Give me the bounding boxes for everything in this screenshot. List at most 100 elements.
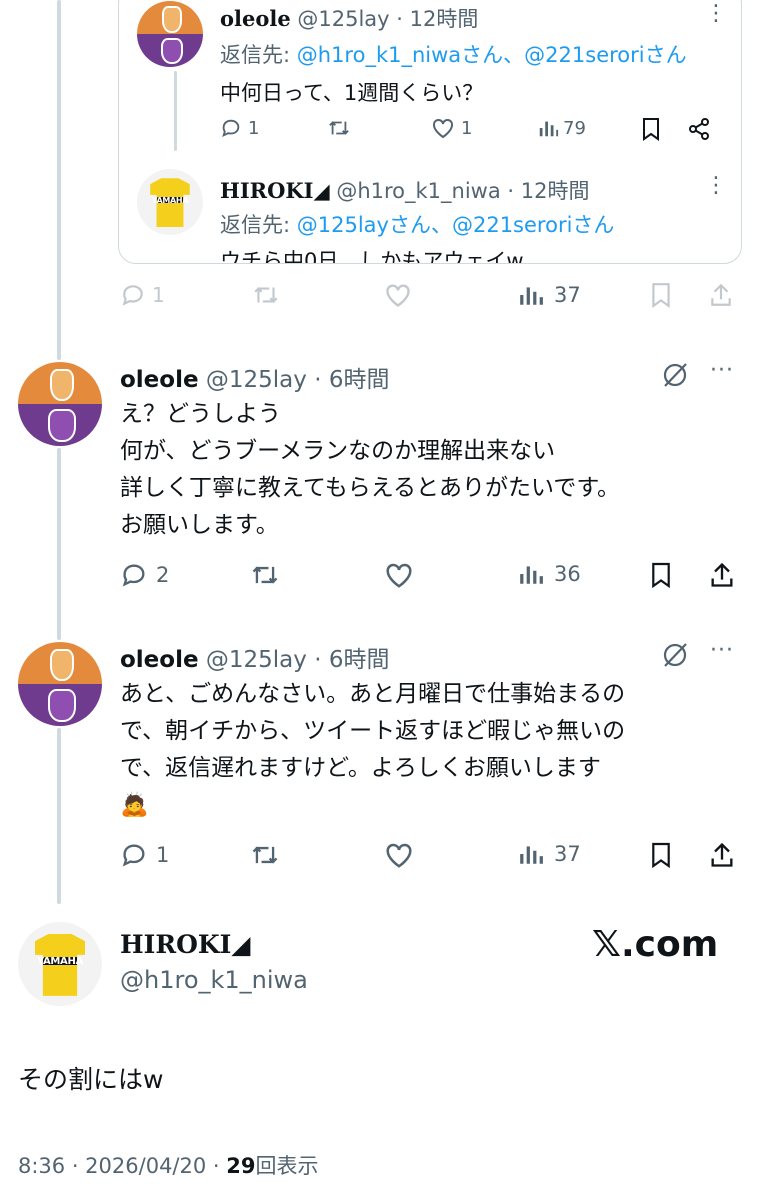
share-button[interactable] bbox=[708, 841, 736, 869]
post-text: あと、ごめんなさい。あと月曜日で仕事始まるの で、朝イチから、ツイート返すほど暇… bbox=[120, 676, 625, 824]
reply-count: 1 bbox=[156, 843, 170, 867]
bookmark-icon bbox=[652, 562, 670, 589]
like-icon bbox=[433, 118, 453, 139]
post-text-line: あと、ごめんなさい。あと月曜日で仕事始まるの bbox=[120, 681, 626, 707]
like-button[interactable] bbox=[384, 841, 414, 869]
grok-icon[interactable] bbox=[660, 360, 690, 390]
bookmark-button[interactable] bbox=[641, 117, 661, 141]
reply-count: 2 bbox=[156, 563, 170, 587]
reply-icon bbox=[122, 564, 145, 587]
share-icon bbox=[711, 562, 733, 587]
reply-button[interactable]: 1 bbox=[120, 841, 169, 869]
main-post-text: その割にはw bbox=[18, 1065, 164, 1094]
like-icon bbox=[386, 843, 412, 868]
reply-count: 1 bbox=[248, 117, 260, 139]
repost-icon bbox=[252, 566, 278, 584]
quoted-tweet1-header: oleole @125lay · 12時間 bbox=[220, 3, 478, 33]
view-count: 29 bbox=[226, 1154, 256, 1178]
views-label: 回表示 bbox=[255, 1154, 319, 1178]
reply-to-mentions[interactable]: @h1ro_k1_niwaさん、@221seroriさん bbox=[297, 43, 687, 67]
post-text-line: 詳しく丁寧に教えてもらえるとありがたいです。 bbox=[120, 475, 621, 501]
quoted-thread-line bbox=[174, 71, 177, 151]
reply-to-line: 返信先: @h1ro_k1_niwaさん、@221seroriさん bbox=[220, 39, 687, 69]
more-icon[interactable]: ··· bbox=[710, 358, 734, 383]
post-timestamp[interactable]: 8:36 · 2026/04/20 · bbox=[18, 1154, 226, 1178]
reply-icon bbox=[222, 119, 240, 138]
main-handle[interactable]: @h1ro_k1_niwa bbox=[120, 966, 308, 994]
views-icon bbox=[520, 287, 543, 305]
views-button[interactable]: 36 bbox=[518, 561, 581, 587]
quoted-tweet2-header: HIROKI◢ @h1ro_k1_niwa · 12時間 bbox=[220, 175, 589, 205]
share-button[interactable] bbox=[708, 561, 736, 589]
bookmark-icon bbox=[652, 842, 670, 869]
grok-icon[interactable] bbox=[660, 640, 690, 670]
thread-line bbox=[57, 0, 61, 360]
reply-button[interactable]: 2 bbox=[120, 561, 169, 589]
main-display-name[interactable]: HIROKI◢ bbox=[120, 930, 251, 959]
post-text-line: え？どうしよう bbox=[120, 401, 281, 427]
avatar[interactable] bbox=[18, 642, 102, 726]
display-name[interactable]: oleole bbox=[120, 367, 199, 393]
handle-time: @125lay · 6時間 bbox=[205, 367, 390, 393]
share-icon bbox=[711, 842, 733, 867]
share-button[interactable] bbox=[708, 282, 734, 308]
avatar[interactable]: YAMAHA bbox=[18, 922, 102, 1006]
post-text-line: で、朝イチから、ツイート返すほど暇じゃ無いの bbox=[120, 718, 626, 744]
bowing-emoji: 🙇 bbox=[120, 792, 149, 818]
repost-icon bbox=[254, 287, 278, 303]
site-watermark: 𝕏.com bbox=[592, 924, 719, 965]
more-icon[interactable]: ⋮ bbox=[705, 1, 728, 26]
share-icon bbox=[689, 118, 709, 140]
display-name[interactable]: oleole bbox=[220, 6, 291, 31]
views-button[interactable]: 37 bbox=[518, 282, 581, 308]
avatar[interactable]: YAMAHA bbox=[137, 169, 203, 235]
like-count: 1 bbox=[461, 117, 473, 139]
reply-icon bbox=[122, 844, 145, 867]
like-icon bbox=[386, 284, 410, 307]
bookmark-button[interactable] bbox=[650, 561, 672, 589]
views-button[interactable]: 37 bbox=[518, 841, 581, 867]
share-icon bbox=[711, 283, 731, 306]
post-text-line: で、返信遅れますけど。よろしくお願いします bbox=[120, 755, 601, 781]
repost-icon bbox=[329, 121, 349, 135]
repost-button[interactable] bbox=[250, 561, 280, 589]
views-icon bbox=[520, 566, 543, 584]
quoted-thread-card[interactable]: oleole @125lay · 12時間 ⋮ 返信先: @h1ro_k1_ni… bbox=[118, 0, 742, 264]
handle-time: @125lay · 12時間 bbox=[297, 7, 479, 31]
like-button[interactable] bbox=[384, 561, 414, 589]
bookmark-icon bbox=[652, 283, 670, 308]
bookmark-button[interactable] bbox=[650, 282, 672, 308]
like-button[interactable]: 1 bbox=[431, 117, 472, 139]
reply-button[interactable]: 1 bbox=[220, 117, 259, 139]
post-header: oleole @125lay · 6時間 bbox=[120, 360, 389, 394]
views-icon bbox=[520, 846, 543, 864]
repost-icon bbox=[252, 846, 278, 864]
avatar[interactable] bbox=[137, 1, 203, 67]
tweet-text: ウチら中0日、しかもアウェイw bbox=[220, 249, 524, 264]
repost-button[interactable] bbox=[250, 841, 280, 869]
reply-to-line: 返信先: @125layさん、@221seroriさん bbox=[220, 209, 614, 239]
share-button[interactable] bbox=[687, 117, 711, 141]
handle-time: @h1ro_k1_niwa · 12時間 bbox=[336, 179, 590, 203]
views-button[interactable]: 79 bbox=[537, 117, 586, 139]
more-icon[interactable]: ··· bbox=[710, 638, 734, 663]
like-button[interactable] bbox=[384, 282, 412, 308]
view-count: 79 bbox=[563, 117, 586, 139]
reply-count: 1 bbox=[152, 283, 165, 307]
reply-prefix: 返信先: bbox=[220, 43, 297, 67]
post-header: oleole @125lay · 6時間 bbox=[120, 640, 389, 674]
view-count: 36 bbox=[554, 562, 581, 586]
display-name[interactable]: oleole bbox=[120, 647, 199, 673]
bookmark-button[interactable] bbox=[650, 841, 672, 869]
display-name[interactable]: HIROKI◢ bbox=[220, 178, 330, 203]
post-meta: 8:36 · 2026/04/20 · 29回表示 bbox=[18, 1150, 318, 1180]
avatar[interactable] bbox=[18, 362, 102, 446]
reply-icon bbox=[122, 285, 143, 306]
more-icon[interactable]: ⋮ bbox=[705, 173, 728, 198]
reply-to-mentions[interactable]: @125layさん、@221seroriさん bbox=[297, 213, 615, 237]
repost-button[interactable] bbox=[252, 282, 280, 308]
reply-button[interactable]: 1 bbox=[120, 282, 165, 308]
repost-button[interactable] bbox=[327, 117, 351, 139]
view-count: 37 bbox=[554, 283, 581, 307]
view-count: 37 bbox=[554, 842, 581, 866]
